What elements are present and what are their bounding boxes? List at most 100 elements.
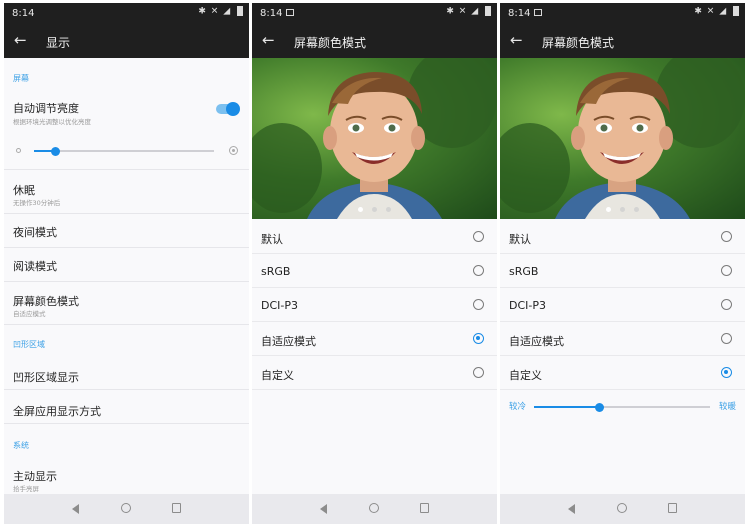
brightness-track bbox=[34, 150, 214, 152]
option-custom[interactable]: 自定义 bbox=[500, 356, 745, 390]
option-label: 默认 bbox=[261, 233, 283, 246]
brightness-high-icon bbox=[229, 146, 238, 155]
navigation-bar bbox=[4, 494, 249, 524]
back-arrow-icon[interactable]: ← bbox=[14, 31, 27, 49]
preview-photo[interactable] bbox=[500, 58, 745, 219]
pager-dot[interactable] bbox=[386, 207, 392, 212]
nav-recent-icon[interactable] bbox=[420, 503, 429, 513]
pager-dot[interactable] bbox=[357, 207, 363, 212]
option-custom[interactable]: 自定义 bbox=[252, 356, 497, 390]
mute-icon: ✕ bbox=[706, 6, 716, 17]
option-label: DCI-P3 bbox=[261, 299, 298, 312]
option-label: 自定义 bbox=[509, 369, 542, 382]
battery-icon bbox=[733, 6, 739, 16]
radio-button[interactable] bbox=[721, 231, 732, 242]
nav-back-icon[interactable] bbox=[568, 504, 575, 514]
option-adaptive[interactable]: 自适应模式 bbox=[252, 322, 497, 356]
navigation-bar bbox=[500, 494, 745, 524]
warm-label: 较暖 bbox=[719, 402, 737, 412]
option-adaptive[interactable]: 自适应模式 bbox=[500, 322, 745, 356]
radio-button[interactable] bbox=[473, 265, 484, 276]
radio-button[interactable] bbox=[721, 367, 732, 378]
nav-home-icon[interactable] bbox=[617, 503, 627, 513]
app-bar: ← 屏幕颜色模式 bbox=[252, 24, 497, 58]
color-mode-summary: 自适应模式 bbox=[13, 310, 46, 318]
nav-recent-icon[interactable] bbox=[668, 503, 677, 513]
notch-display-row[interactable]: 凹形区域显示 bbox=[4, 356, 249, 390]
nav-home-icon[interactable] bbox=[121, 503, 131, 513]
pager-dot[interactable] bbox=[634, 207, 640, 212]
fullscreen-apps-row[interactable]: 全屏应用显示方式 bbox=[4, 390, 249, 424]
auto-brightness-toggle[interactable] bbox=[216, 102, 240, 116]
color-mode-row[interactable]: 屏幕颜色模式 自适应模式 bbox=[4, 282, 249, 325]
status-time: 8:14 bbox=[260, 8, 283, 19]
brightness-low-icon bbox=[16, 148, 21, 153]
status-icons: ✱ ✕ ◢ bbox=[446, 6, 491, 17]
ambient-display-label: 主动显示 bbox=[13, 470, 57, 483]
pager-dots bbox=[500, 197, 745, 216]
color-mode-screen: 8:14 ✱ ✕ ◢ ← 屏幕颜色模式 默认 sRGB DCI-P3 自适应模式… bbox=[252, 3, 497, 524]
page-title: 显示 bbox=[46, 36, 71, 50]
reading-mode-row[interactable]: 阅读模式 bbox=[4, 248, 249, 282]
radio-button[interactable] bbox=[721, 333, 732, 344]
nav-back-icon[interactable] bbox=[320, 504, 327, 514]
temperature-thumb[interactable] bbox=[594, 402, 604, 412]
page-title: 屏幕颜色模式 bbox=[542, 36, 615, 50]
option-label: 自适应模式 bbox=[261, 335, 316, 348]
radio-button[interactable] bbox=[721, 265, 732, 276]
pager-dot[interactable] bbox=[605, 207, 611, 212]
option-srgb[interactable]: sRGB bbox=[500, 254, 745, 288]
option-srgb[interactable]: sRGB bbox=[252, 254, 497, 288]
status-bar: 8:14 ✱ ✕ ◢ bbox=[252, 3, 497, 24]
option-dci-p3[interactable]: DCI-P3 bbox=[500, 288, 745, 322]
mute-icon: ✕ bbox=[458, 6, 468, 17]
radio-button[interactable] bbox=[473, 333, 484, 344]
reading-mode-label: 阅读模式 bbox=[13, 260, 57, 273]
radio-button[interactable] bbox=[473, 367, 484, 378]
display-settings-screen: 8:14 ✱ ✕ ◢ ← 显示 屏幕 自动调节亮度 根据环境光调整以优化亮度 休… bbox=[4, 3, 249, 524]
option-dci-p3[interactable]: DCI-P3 bbox=[252, 288, 497, 322]
option-default[interactable]: 默认 bbox=[500, 220, 745, 254]
brightness-thumb[interactable] bbox=[51, 146, 61, 156]
color-mode-label: 屏幕颜色模式 bbox=[13, 295, 79, 308]
status-icons: ✱ ✕ ◢ bbox=[694, 6, 739, 17]
auto-brightness-row[interactable]: 自动调节亮度 根据环境光调整以优化亮度 bbox=[4, 91, 249, 127]
section-header-screen: 屏幕 bbox=[13, 74, 29, 83]
color-mode-custom-screen: 8:14 ✱ ✕ ◢ ← 屏幕颜色模式 默认 sRGB DCI-P3 自适应模式… bbox=[500, 3, 745, 524]
radio-button[interactable] bbox=[473, 299, 484, 310]
option-label: sRGB bbox=[509, 265, 539, 278]
radio-button[interactable] bbox=[721, 299, 732, 310]
nav-back-icon[interactable] bbox=[72, 504, 79, 514]
fullscreen-apps-label: 全屏应用显示方式 bbox=[13, 405, 101, 418]
navigation-bar bbox=[252, 494, 497, 524]
app-bar: ← 显示 bbox=[4, 24, 249, 58]
pager-dot[interactable] bbox=[372, 207, 377, 212]
signal-icon: ◢ bbox=[223, 6, 232, 17]
status-bar: 8:14 ✱ ✕ ◢ bbox=[4, 3, 249, 24]
nav-recent-icon[interactable] bbox=[172, 503, 181, 513]
temperature-fill bbox=[534, 406, 600, 408]
bluetooth-icon: ✱ bbox=[694, 6, 703, 17]
cool-label: 较冷 bbox=[509, 402, 527, 412]
app-bar: ← 屏幕颜色模式 bbox=[500, 24, 745, 58]
sleep-summary: 无操作30分钟后 bbox=[13, 199, 61, 207]
battery-icon bbox=[485, 6, 491, 16]
option-default[interactable]: 默认 bbox=[252, 220, 497, 254]
sleep-row[interactable]: 休眠 无操作30分钟后 bbox=[4, 170, 249, 214]
bluetooth-icon: ✱ bbox=[198, 6, 207, 17]
radio-button[interactable] bbox=[473, 231, 484, 242]
status-bar: 8:14 ✱ ✕ ◢ bbox=[500, 3, 745, 24]
back-arrow-icon[interactable]: ← bbox=[262, 31, 275, 49]
notch-display-label: 凹形区域显示 bbox=[13, 371, 79, 384]
battery-icon bbox=[237, 6, 243, 16]
ambient-display-row[interactable]: 主动显示 拾手亮屏 bbox=[4, 458, 249, 494]
ambient-display-summary: 拾手亮屏 bbox=[13, 485, 39, 493]
pager-dot[interactable] bbox=[620, 207, 625, 212]
option-label: 自定义 bbox=[261, 369, 294, 382]
section-header-system: 系统 bbox=[13, 441, 29, 450]
child-portrait-image bbox=[500, 58, 745, 219]
night-mode-row[interactable]: 夜间模式 bbox=[4, 214, 249, 248]
back-arrow-icon[interactable]: ← bbox=[510, 31, 523, 49]
preview-photo[interactable] bbox=[252, 58, 497, 219]
nav-home-icon[interactable] bbox=[369, 503, 379, 513]
